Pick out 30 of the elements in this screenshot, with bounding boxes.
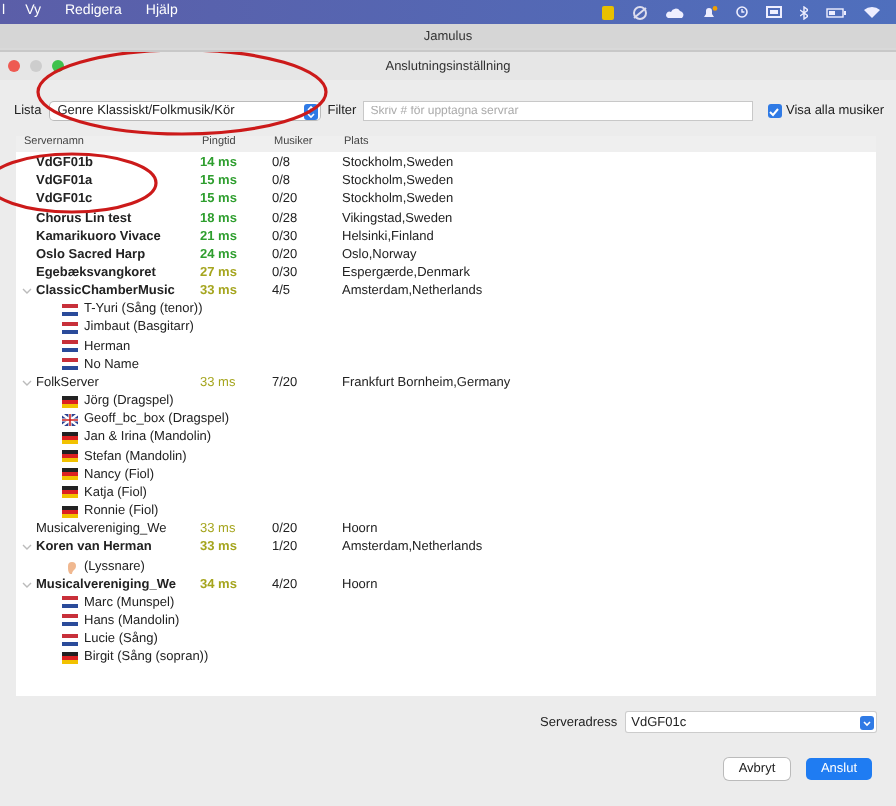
dropdown-icon: [860, 715, 874, 729]
flag-icon: [62, 431, 78, 444]
close-icon[interactable]: [8, 60, 20, 72]
flag-icon: [62, 651, 78, 664]
battery-icon[interactable]: [826, 7, 846, 17]
flag-icon: [62, 303, 78, 316]
flag-icon: [62, 340, 78, 353]
flag-icon: [62, 633, 78, 646]
status-icon[interactable]: [632, 5, 648, 19]
display-icon[interactable]: [766, 6, 782, 18]
app-status-icon[interactable]: [602, 5, 614, 19]
flag-icon: [62, 614, 78, 627]
wifi-icon[interactable]: [864, 6, 880, 18]
flag-icon: [62, 486, 78, 499]
flag-icon: [62, 596, 78, 609]
maximize-icon[interactable]: [52, 60, 64, 72]
flag-icon: [62, 450, 78, 463]
flag-icon: [62, 358, 78, 371]
cloud-icon[interactable]: [666, 7, 684, 17]
bell-icon[interactable]: [702, 5, 718, 19]
flag-icon: [62, 395, 78, 408]
checkbox[interactable]: [767, 104, 782, 118]
clock-icon[interactable]: [736, 6, 748, 18]
ear-icon: [65, 559, 75, 574]
flag-icon: [62, 413, 78, 426]
minimize-icon: [30, 60, 42, 72]
bluetooth-icon[interactable]: [800, 5, 808, 19]
flag-icon: [62, 321, 78, 334]
flag-icon: [62, 468, 78, 481]
flag-icon: [62, 505, 78, 518]
